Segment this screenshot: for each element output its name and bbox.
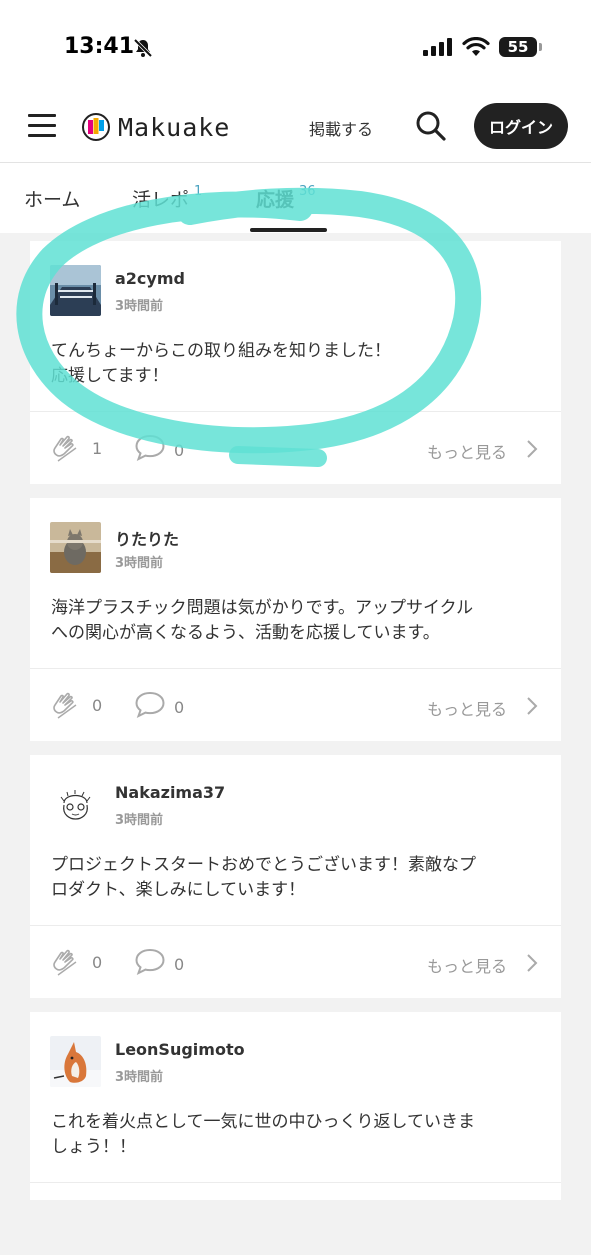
support-card: りたりた 3時間前 海洋プラスチック問題は気がかりです。アップサイクル への関心…	[30, 498, 561, 741]
post-time: 3時間前	[115, 1070, 164, 1085]
avatar[interactable]	[50, 779, 101, 830]
post-body: これを着火点として一気に世の中ひっくり返していきま しょう！！	[51, 1110, 541, 1160]
battery-tip	[539, 43, 542, 51]
card-footer: 0 0 もっと見る	[30, 668, 561, 741]
clap-icon[interactable]	[50, 691, 80, 721]
support-card: a2cymd 3時間前 てんちょーからこの取り組みを知りました！ 応援してます！…	[30, 241, 561, 484]
tab-support-count: 36	[299, 184, 316, 199]
makuake-logo-icon	[82, 113, 110, 141]
card-footer: 0 0 もっと見る	[30, 925, 561, 998]
post-text-line: これを着火点として一気に世の中ひっくり返していきま	[51, 1112, 475, 1132]
tab-home-label: ホーム	[24, 189, 81, 211]
username[interactable]: a2cymd	[115, 269, 185, 288]
bell-muted-icon	[133, 38, 153, 58]
post-time: 3時間前	[115, 556, 164, 571]
avatar[interactable]	[50, 1036, 101, 1087]
battery-indicator: 55	[499, 37, 537, 57]
tab-bar: ホーム 活レポ 1 応援 36	[0, 163, 591, 233]
clap-icon[interactable]	[50, 434, 80, 464]
hamburger-menu-icon[interactable]	[28, 114, 56, 138]
status-time: 13:41	[64, 34, 135, 59]
comment-count: 0	[174, 441, 185, 460]
see-more-link[interactable]: もっと見る	[427, 439, 507, 463]
post-body: プロジェクトスタートおめでとうございます！素敵なプ ロダクト、楽しみにしています…	[51, 853, 541, 903]
support-card: LeonSugimoto 3時間前 これを着火点として一気に世の中ひっくり返して…	[30, 1012, 561, 1200]
post-text-line: しょう！！	[51, 1137, 136, 1157]
site-header: Makuake 掲載する ログイン	[0, 92, 591, 163]
comment-count: 0	[174, 698, 185, 717]
clap-count: 0	[92, 953, 103, 972]
login-button[interactable]: ログイン	[474, 103, 568, 149]
signal-icon	[423, 38, 452, 56]
chevron-right-icon[interactable]	[526, 953, 538, 973]
chevron-right-icon[interactable]	[526, 696, 538, 716]
tab-support-label: 応援	[256, 189, 295, 211]
avatar[interactable]	[50, 522, 101, 573]
support-card: Nakazima37 3時間前 プロジェクトスタートおめでとうございます！素敵な…	[30, 755, 561, 998]
tab-activity-report-label: 活レポ	[132, 189, 190, 211]
post-text-line: 応援してます！	[51, 366, 169, 386]
post-time: 3時間前	[115, 299, 164, 314]
tab-support[interactable]: 応援 36	[256, 184, 316, 212]
post-time: 3時間前	[115, 813, 164, 828]
username[interactable]: りたりた	[115, 526, 179, 550]
comment-icon[interactable]	[134, 948, 166, 976]
post-text-line: 海洋プラスチック問題は気がかりです。アップサイクル	[51, 598, 474, 618]
search-icon[interactable]	[415, 110, 447, 142]
chevron-right-icon[interactable]	[526, 439, 538, 459]
post-text-line: てんちょーからこの取り組みを知りました！	[51, 341, 391, 361]
post-text-line: への関心が高くなるよう、活動を応援しています。	[51, 623, 440, 643]
status-bar: 13:41 55	[0, 0, 591, 92]
avatar[interactable]	[50, 265, 101, 316]
clap-count: 0	[92, 696, 103, 715]
post-body: てんちょーからこの取り組みを知りました！ 応援してます！	[51, 339, 541, 389]
post-text-line: ロダクト、楽しみにしています！	[51, 880, 306, 900]
tab-home[interactable]: ホーム	[24, 185, 80, 212]
active-tab-indicator	[250, 228, 327, 232]
wifi-icon	[462, 37, 490, 56]
username[interactable]: LeonSugimoto	[115, 1040, 245, 1059]
post-body: 海洋プラスチック問題は気がかりです。アップサイクル への関心が高くなるよう、活動…	[51, 596, 541, 646]
card-footer	[30, 1182, 561, 1255]
clap-icon[interactable]	[50, 948, 80, 978]
makuake-logo[interactable]: Makuake	[82, 110, 230, 144]
comment-icon[interactable]	[134, 691, 166, 719]
username[interactable]: Nakazima37	[115, 783, 225, 802]
see-more-link[interactable]: もっと見る	[427, 696, 507, 720]
logo-text: Makuake	[118, 112, 231, 142]
tab-activity-report-count: 1	[194, 184, 203, 199]
see-more-link[interactable]: もっと見る	[427, 953, 507, 977]
comment-icon[interactable]	[134, 434, 166, 462]
post-project-link[interactable]: 掲載する	[309, 116, 373, 140]
card-footer: 1 0 もっと見る	[30, 411, 561, 484]
comment-count: 0	[174, 955, 185, 974]
post-text-line: プロジェクトスタートおめでとうございます！素敵なプ	[51, 855, 476, 875]
tab-activity-report[interactable]: 活レポ 1	[132, 184, 203, 212]
clap-count: 1	[92, 439, 103, 458]
